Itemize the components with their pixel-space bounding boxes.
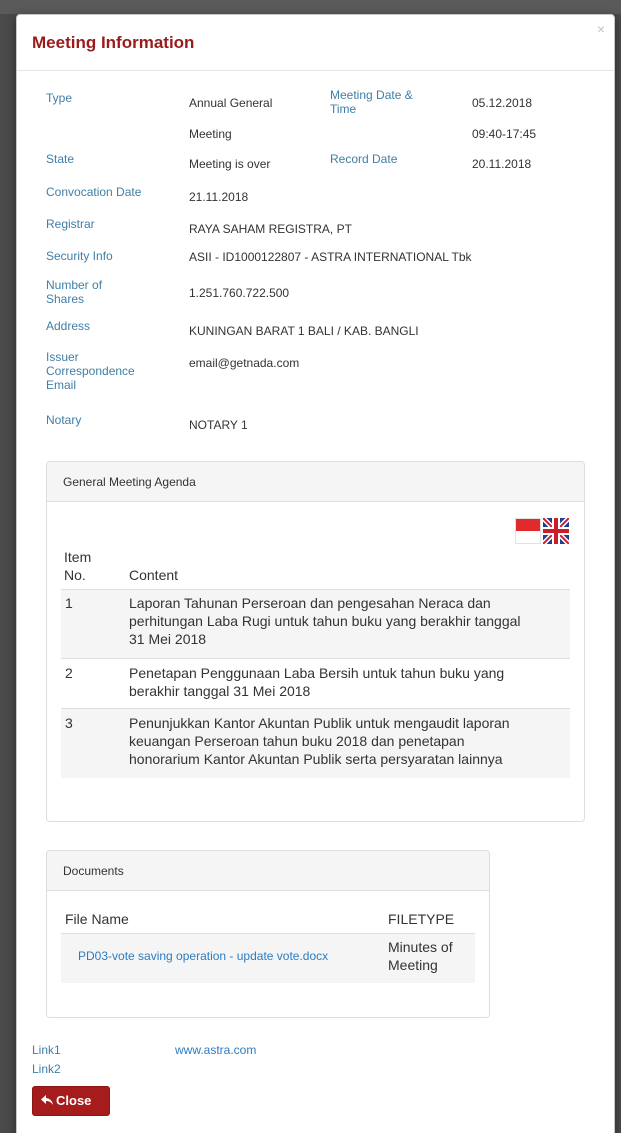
meeting-date-label: Meeting Date & Time (330, 88, 413, 116)
meeting-info-modal: Meeting Information × Type Annual Genera… (16, 14, 615, 1133)
document-filetype-line1: Minutes of (388, 939, 453, 955)
shares-label-line2: Shares (46, 292, 85, 306)
agenda-row-2-no: 2 (65, 665, 73, 681)
convocation-date-label: Convocation Date (46, 185, 142, 199)
agenda-row-2-line1: Penetapan Penggunaan Laba Bersih untuk t… (129, 665, 505, 681)
issuer-email-label: Issuer Correspondence Email (46, 350, 135, 392)
agenda-row-3-line2: keuangan Perseroan tahun buku 2018 dan p… (129, 733, 465, 749)
shares-value: 1.251.760.722.500 (189, 286, 290, 300)
link2-label: Link2 (32, 1062, 61, 1076)
agenda-row-3-no: 3 (65, 715, 73, 731)
documents-col-file-name: File Name (65, 911, 129, 927)
close-icon[interactable]: × (597, 21, 605, 37)
security-info-value: ASII - ID1000122807 - ASTRA INTERNATIONA… (189, 250, 472, 264)
record-date-label: Record Date (330, 152, 398, 166)
type-value-line1: Annual General (189, 96, 273, 110)
meeting-date-label-line2: Time (330, 102, 357, 116)
agenda-row-3-content: Penunjukkan Kantor Akuntan Publik untuk … (129, 714, 510, 768)
close-button-label: Close (56, 1093, 92, 1108)
document-file-link[interactable]: PD03-vote saving operation - update vote… (78, 949, 328, 963)
documents-panel-title: Documents (63, 864, 124, 878)
agenda-row-2-line2: berakhir tanggal 31 Mei 2018 (129, 683, 311, 699)
agenda-row-3-line1: Penunjukkan Kantor Akuntan Publik untuk … (129, 715, 510, 731)
type-label: Type (46, 91, 73, 105)
meeting-time-value: 09:40-17:45 (472, 127, 537, 141)
agenda-panel-heading: General Meeting Agenda (47, 462, 584, 502)
record-date-value: 20.11.2018 (472, 157, 532, 171)
meeting-date-label-line1: Meeting Date & (330, 88, 413, 102)
shares-label-line1: Number of (46, 278, 103, 292)
type-value-line2: Meeting (189, 127, 232, 141)
agenda-row-3: 3 Penunjukkan Kantor Akuntan Publik untu… (61, 708, 570, 778)
issuer-email-label-line3: Email (46, 378, 77, 392)
documents-panel: Documents File Name FILETYPE PD03-vote s… (46, 850, 490, 1018)
agenda-row-1-line3: 31 Mei 2018 (129, 631, 207, 647)
agenda-col-item: Item No. (64, 548, 91, 584)
document-filetype-line2: Meeting (388, 957, 438, 973)
issuer-email-value: email@getnada.com (189, 356, 300, 370)
agenda-col-item-line2: No. (64, 567, 86, 583)
indonesia-flag-icon[interactable] (515, 518, 541, 544)
agenda-row-2: 2 Penetapan Penggunaan Laba Bersih untuk… (61, 658, 570, 708)
modal-header: Meeting Information × (17, 15, 614, 71)
backdrop-strip (0, 0, 621, 14)
type-value: Annual General (189, 96, 272, 110)
convocation-date-value: 21.11.2018 (189, 190, 249, 204)
issuer-email-label-line1: Issuer (46, 350, 79, 364)
agenda-row-3-line3: honorarium Kantor Akuntan Publik serta p… (129, 751, 503, 767)
shares-label: Number of Shares (46, 278, 102, 306)
security-info-label: Security Info (46, 249, 113, 263)
agenda-col-item-line1: Item (64, 549, 92, 565)
agenda-row-1-line1: Laporan Tahunan Perseroan dan pengesahan… (129, 595, 491, 611)
agenda-row-1-no: 1 (65, 595, 73, 611)
documents-row: PD03-vote saving operation - update vote… (61, 933, 475, 983)
notary-label: Notary (46, 413, 82, 427)
uk-flag-icon[interactable] (543, 518, 569, 544)
agenda-row-1-line2: perhitungan Laba Rugi untuk tahun buku y… (129, 613, 521, 629)
agenda-col-content: Content (129, 567, 179, 583)
link1-url[interactable]: www.astra.com (175, 1043, 256, 1057)
issuer-email-label-line2: Correspondence (46, 364, 135, 378)
document-filetype: Minutes of Meeting (388, 938, 453, 974)
agenda-panel: General Meeting Agenda Item No. Content … (46, 461, 585, 822)
state-label: State (46, 152, 75, 166)
documents-col-filetype: FILETYPE (388, 911, 455, 927)
address-label: Address (46, 319, 91, 333)
modal-title: Meeting Information (32, 33, 195, 52)
registrar-value: RAYA SAHAM REGISTRA, PT (189, 222, 352, 236)
agenda-row-2-content: Penetapan Penggunaan Laba Bersih untuk t… (129, 664, 504, 700)
registrar-label: Registrar (46, 217, 95, 231)
state-value: Meeting is over (189, 157, 271, 171)
agenda-row-1-content: Laporan Tahunan Perseroan dan pengesahan… (129, 594, 521, 648)
agenda-row-1: 1 Laporan Tahunan Perseroan dan pengesah… (61, 589, 570, 658)
link1-label: Link1 (32, 1043, 61, 1057)
reply-arrow-icon (41, 1093, 53, 1108)
notary-value: NOTARY 1 (189, 418, 248, 432)
documents-panel-heading: Documents (47, 851, 489, 891)
meeting-date-value: 05.12.2018 (472, 96, 533, 110)
agenda-panel-title: General Meeting Agenda (63, 475, 196, 489)
close-button[interactable]: Close (32, 1086, 110, 1116)
address-value: KUNINGAN BARAT 1 BALI / KAB. BANGLI (189, 324, 419, 338)
